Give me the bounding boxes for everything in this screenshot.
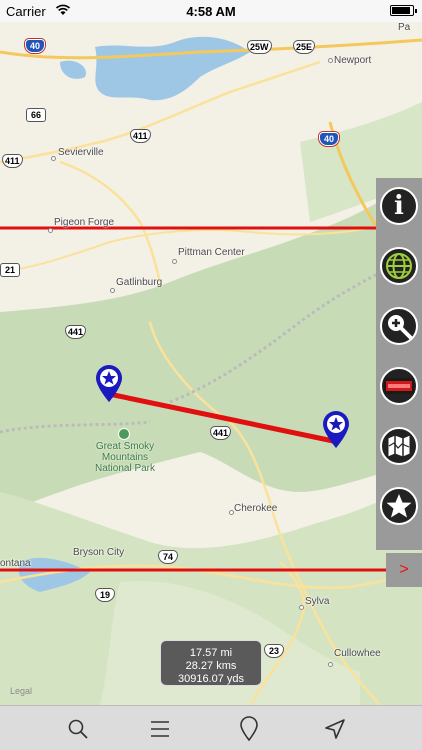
interstate-shield: 40 xyxy=(319,132,339,146)
map-canvas xyxy=(0,22,422,705)
place-label-fontana: ontana xyxy=(0,558,31,569)
menu-icon xyxy=(151,721,169,737)
place-label-pigeon-forge: Pigeon Forge xyxy=(54,217,115,228)
route-shield: 25E xyxy=(293,40,316,54)
route-shield: 411 xyxy=(2,154,23,168)
distance-miles: 17.57 mi xyxy=(189,647,233,659)
current-location-button[interactable] xyxy=(322,716,348,742)
folded-map-icon xyxy=(387,434,411,458)
place-dot xyxy=(299,605,304,610)
place-label-sevierville: Sevierville xyxy=(58,147,104,158)
place-label-pittman-center: Pittman Center xyxy=(178,247,245,258)
route-shield: 21 xyxy=(0,263,20,277)
battery-icon xyxy=(390,5,417,16)
map-view[interactable]: Newport Sevierville Pigeon Forge Pittman… xyxy=(0,22,422,705)
place-dot xyxy=(172,259,177,264)
place-label-newport: Newport xyxy=(334,55,372,66)
place-label-bryson-city: Bryson City xyxy=(73,547,125,558)
drop-pin-button[interactable] xyxy=(236,716,262,742)
panel-toggle-button[interactable]: > xyxy=(386,553,422,587)
info-button[interactable]: i xyxy=(380,187,418,225)
start-pin-icon[interactable] xyxy=(95,365,123,403)
menu-button[interactable] xyxy=(147,716,173,742)
route-shield: 25W xyxy=(247,40,272,54)
park-label: Great Smoky Mountains National Park xyxy=(86,441,164,474)
park-marker-icon xyxy=(118,428,130,440)
zoom-in-icon xyxy=(388,315,413,340)
zoom-button[interactable] xyxy=(380,307,418,345)
route-shield: 441 xyxy=(210,426,232,440)
map-type-button[interactable] xyxy=(380,247,418,285)
search-button[interactable] xyxy=(65,716,91,742)
place-dot xyxy=(48,228,53,233)
bottom-toolbar xyxy=(0,705,422,750)
park-label-line1: Great Smoky xyxy=(95,441,155,452)
distance-readout: 17.57 mi 28.27 kms 30916.07 yds xyxy=(160,640,262,686)
app-logo-icon xyxy=(384,378,414,394)
place-dot xyxy=(328,58,333,63)
favorite-button[interactable] xyxy=(380,487,418,525)
search-icon xyxy=(68,719,88,739)
map-layers-button[interactable] xyxy=(380,427,418,465)
side-panel: i xyxy=(376,178,422,550)
park-label-line3: National Park xyxy=(94,463,156,474)
star-icon xyxy=(386,494,412,518)
status-bar: Carrier 4:58 AM xyxy=(0,0,422,22)
place-label-cherokee: Cherokee xyxy=(234,503,278,514)
place-dot xyxy=(51,156,56,161)
app-logo-button[interactable] xyxy=(380,367,418,405)
clock: 4:58 AM xyxy=(186,4,236,19)
place-label-cullowhee: Cullowhee xyxy=(334,648,381,659)
globe-icon xyxy=(386,253,412,279)
distance-yards: 30916.07 yds xyxy=(177,673,245,685)
location-pin-icon xyxy=(240,716,258,742)
place-dot xyxy=(110,288,115,293)
route-shield: 66 xyxy=(26,108,46,122)
interstate-shield: 40 xyxy=(25,39,45,53)
place-dot xyxy=(328,662,333,667)
route-shield: 411 xyxy=(130,129,151,143)
info-icon: i xyxy=(394,191,404,221)
route-shield: 441 xyxy=(65,325,87,339)
legal-link[interactable]: Legal xyxy=(10,686,32,696)
end-pin-icon[interactable] xyxy=(322,411,350,449)
place-label-sylva: Sylva xyxy=(305,596,330,607)
place-label-partial: Pa xyxy=(398,22,411,33)
place-label-gatlinburg: Gatlinburg xyxy=(116,277,163,288)
distance-kms: 28.27 kms xyxy=(185,660,237,672)
navigate-arrow-icon xyxy=(325,719,345,739)
park-label-line2: Mountains xyxy=(101,452,149,463)
